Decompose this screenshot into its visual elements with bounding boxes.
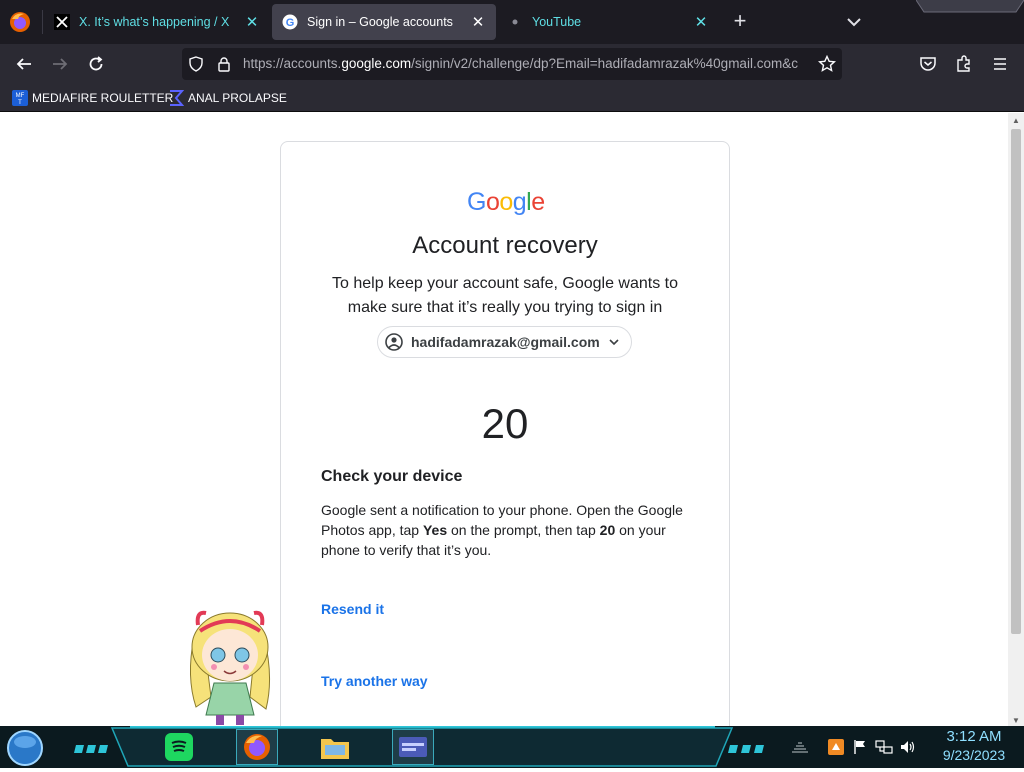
taskbar-window-app[interactable] — [392, 729, 434, 765]
tracking-protection-icon[interactable] — [188, 56, 204, 72]
app-tray-icon[interactable] — [826, 738, 846, 756]
chevron-down-icon — [607, 335, 621, 349]
tab-google-signin[interactable]: G Sign in – Google accounts ✕ — [272, 4, 496, 40]
pocket-button[interactable] — [916, 52, 940, 76]
close-tab-icon[interactable]: ✕ — [693, 14, 709, 31]
page-subtitle: To help keep your account safe, Google w… — [332, 275, 678, 316]
clock-time[interactable]: 3:12 AM — [926, 728, 1022, 745]
extensions-button[interactable] — [952, 52, 976, 76]
account-recovery-card: Google Account recovery To help keep you… — [280, 141, 730, 726]
hamburger-menu-icon — [994, 58, 1006, 70]
tab-separator — [42, 10, 43, 34]
tab-x[interactable]: X. It’s what’s happening / X ✕ — [44, 4, 270, 40]
google-logo: Google — [467, 188, 545, 216]
clock-date[interactable]: 9/23/2023 — [926, 747, 1022, 763]
tab-label: X. It’s what’s happening / X — [79, 15, 230, 29]
window-frame-decoration — [915, 0, 1024, 14]
new-tab-button[interactable]: + — [728, 10, 752, 34]
url-prefix: https://accounts. — [243, 56, 342, 71]
resend-link[interactable]: Resend it — [321, 601, 384, 617]
url-domain: google.com — [341, 56, 412, 71]
taskbar-file-explorer[interactable] — [314, 729, 356, 765]
scrollbar-thumb[interactable] — [1011, 129, 1021, 634]
reload-button[interactable] — [84, 52, 108, 76]
forward-button[interactable] — [48, 52, 72, 76]
svg-text:MF: MF — [16, 93, 25, 99]
desktop-mascot-image — [176, 597, 282, 726]
account-email: hadifadamrazak@gmail.com — [411, 334, 600, 350]
mediafire-icon: MF T — [12, 90, 28, 106]
forward-arrow-icon — [53, 58, 68, 70]
bookmark-label: MEDIAFIRE ROULETTER — [32, 91, 174, 105]
taskbar: 3:12 AM 9/23/2023 — [0, 726, 1024, 768]
tab-youtube[interactable]: YouTube ✕ — [497, 4, 719, 40]
taskbar-chevrons-decoration — [74, 740, 114, 753]
firefox-menu-icon[interactable] — [8, 10, 32, 34]
url-text[interactable]: https://accounts.google.com/signin/v2/ch… — [243, 56, 813, 71]
window-app-icon — [399, 737, 427, 757]
try-another-way-link[interactable]: Try another way — [321, 673, 428, 689]
x-logo-icon — [54, 14, 70, 30]
chevron-down-icon — [847, 18, 861, 27]
system-tray — [790, 736, 922, 758]
pocket-icon — [920, 57, 936, 71]
puzzle-piece-icon — [957, 55, 970, 72]
firefox-icon — [244, 734, 270, 760]
page-title: Account recovery — [412, 232, 598, 259]
start-button[interactable] — [6, 729, 44, 767]
url-bar[interactable]: https://accounts.google.com/signin/v2/ch… — [182, 48, 842, 80]
section-title: Check your device — [321, 468, 463, 485]
lock-icon[interactable] — [216, 56, 232, 72]
network-icon[interactable] — [874, 738, 894, 756]
loading-dot-icon — [507, 14, 523, 30]
url-path: /signin/v2/challenge/dp?Email=hadifadamr… — [411, 56, 798, 71]
back-button[interactable] — [12, 52, 36, 76]
tab-label: Sign in – Google accounts — [307, 15, 453, 29]
scroll-up-arrow-icon[interactable]: ▲ — [1012, 116, 1020, 125]
svg-text:G: G — [286, 17, 295, 29]
app-menu-button[interactable] — [988, 52, 1012, 76]
svg-text:T: T — [18, 100, 22, 106]
instructions-code: 20 — [599, 522, 616, 538]
close-tab-icon[interactable]: ✕ — [470, 14, 486, 31]
page-scrollbar[interactable]: ▲ ▼ — [1008, 113, 1024, 726]
back-arrow-icon — [16, 58, 31, 70]
bookmark-second[interactable]: ANAL PROLAPSE — [168, 89, 287, 107]
spotify-icon — [165, 733, 193, 761]
sigma-icon — [168, 90, 185, 106]
account-chip[interactable]: hadifadamrazak@gmail.com — [377, 326, 632, 358]
verification-number: 20 — [481, 400, 529, 447]
taskbar-spotify[interactable] — [158, 729, 200, 765]
start-orb-icon — [7, 730, 43, 766]
bookmark-label: ANAL PROLAPSE — [188, 91, 287, 105]
google-g-icon: G — [282, 14, 298, 30]
account-circle-icon — [385, 333, 403, 351]
tab-label: YouTube — [532, 15, 582, 29]
bookmark-mediafire[interactable]: MF T MEDIAFIRE ROULETTER — [12, 89, 173, 107]
flag-icon[interactable] — [850, 738, 870, 756]
scroll-down-arrow-icon[interactable]: ▼ — [1012, 716, 1020, 725]
volume-icon[interactable] — [898, 738, 918, 756]
close-tab-icon[interactable]: ✕ — [244, 14, 260, 31]
instructions-yes: Yes — [422, 522, 448, 538]
bookmarks-toolbar: MF T MEDIAFIRE ROULETTER ANAL PROLAPSE — [0, 84, 1024, 112]
instructions-part: on the prompt, then tap — [447, 522, 600, 538]
tab-bar: X. It’s what’s happening / X ✕ G Sign in… — [0, 0, 1024, 44]
taskbar-firefox[interactable] — [236, 729, 278, 765]
bookmark-star-icon[interactable] — [817, 54, 837, 73]
instructions-text: Google sent a notification to your phone… — [321, 500, 691, 560]
file-explorer-icon — [321, 739, 349, 759]
navigation-toolbar: https://accounts.google.com/signin/v2/ch… — [0, 44, 1024, 84]
list-all-tabs-button[interactable] — [842, 10, 866, 34]
network-bars-icon[interactable] — [790, 738, 810, 756]
page-viewport: Google Account recovery To help keep you… — [0, 113, 1008, 726]
taskbar-chevrons-decoration — [728, 740, 770, 753]
reload-icon — [89, 56, 103, 71]
